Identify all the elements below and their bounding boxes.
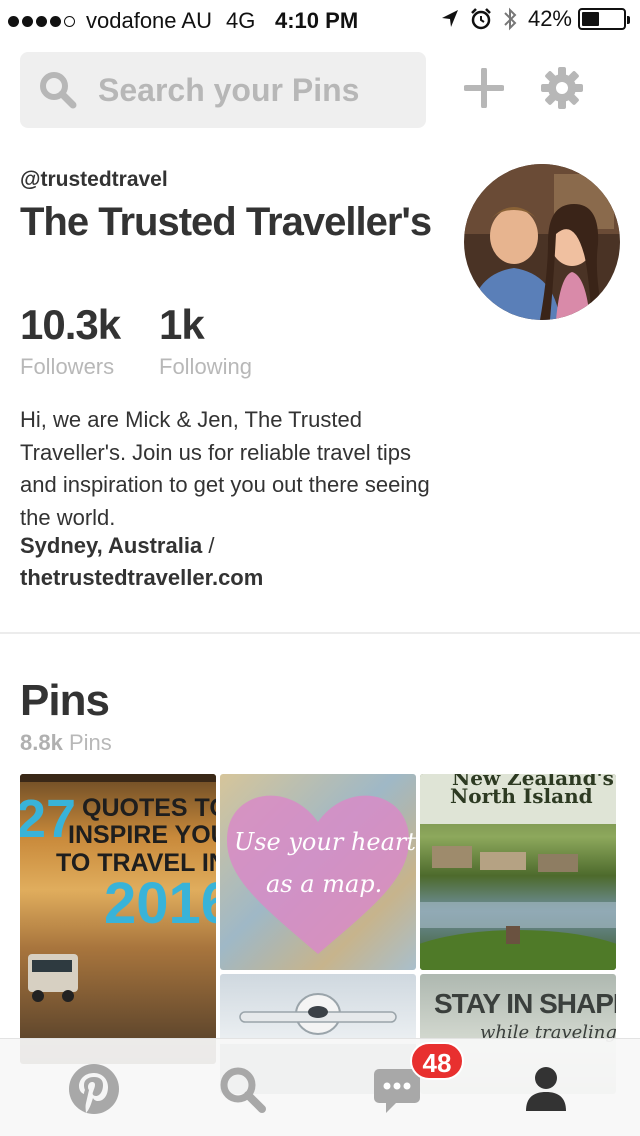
profile-website-link[interactable]: thetrustedtraveller.com	[20, 562, 263, 594]
pins-heading: Pins	[20, 676, 110, 725]
pin-title-line: STAY IN SHAPE	[434, 988, 616, 1019]
pinterest-icon[interactable]	[64, 1059, 124, 1119]
pin-title-line: North Island	[450, 784, 593, 808]
followers-label: Followers	[20, 354, 115, 379]
avatar[interactable]	[464, 164, 620, 320]
profile-icon[interactable]	[516, 1059, 576, 1119]
status-bar: vodafone AU 4G 4:10 PM 42%	[0, 0, 640, 40]
section-divider	[0, 632, 640, 634]
pin-thumbnail[interactable]: New Zealand's North Island	[420, 774, 616, 970]
top-bar: Search your Pins	[20, 52, 620, 128]
location-icon	[441, 10, 458, 27]
profile-name: The Trusted Traveller's	[20, 200, 432, 244]
battery-icon	[578, 8, 630, 30]
profile-location: Sydney, Australia /	[20, 530, 214, 562]
pins-count-label: Pins	[68, 730, 112, 755]
pin-thumbnail[interactable]: 27 QUOTES TO INSPIRE YOU TO TRAVEL IN 20…	[20, 774, 216, 1064]
network-type: 4G	[225, 8, 256, 33]
followers-stat[interactable]: 10.3k Followers	[20, 300, 121, 380]
carrier-name: vodafone AU	[86, 8, 212, 33]
location-separator: /	[208, 533, 215, 558]
pin-thumbnail[interactable]: Use your heart as a map.	[220, 774, 416, 970]
pin-title-year: 2016	[104, 871, 216, 936]
following-count: 1k	[159, 301, 205, 348]
battery-percentage: 42%	[527, 6, 572, 31]
status-time: 4:10 PM	[275, 8, 359, 33]
search-icon	[40, 72, 77, 109]
pins-count-number: 8.8k	[20, 730, 63, 755]
plus-icon[interactable]	[464, 68, 504, 108]
search-icon[interactable]	[212, 1059, 272, 1119]
profile-bio: Hi, we are Mick & Jen, The Trusted Trave…	[20, 407, 430, 530]
bluetooth-icon	[504, 7, 517, 31]
pins-count: 8.8k Pins	[20, 730, 112, 756]
gear-icon[interactable]	[540, 66, 584, 110]
notifications-badge: 48	[410, 1042, 464, 1080]
alarm-icon	[471, 8, 491, 30]
following-stat[interactable]: 1k Following	[159, 300, 252, 380]
pin-title-line: QUOTES TO	[82, 794, 216, 822]
signal-strength-icon	[8, 15, 78, 27]
followers-count: 10.3k	[20, 301, 121, 348]
bottom-tab-bar	[0, 1038, 640, 1136]
following-label: Following	[159, 354, 252, 379]
search-input[interactable]: Search your Pins	[98, 72, 359, 109]
pin-title-line: Use your heart	[234, 828, 416, 856]
pin-title-line: INSPIRE YOU	[68, 821, 216, 849]
location-text: Sydney, Australia	[20, 533, 203, 558]
pin-title-line: as a map.	[266, 870, 383, 898]
search-bar[interactable]: Search your Pins	[20, 52, 426, 128]
profile-username: @trustedtravel	[20, 168, 168, 191]
